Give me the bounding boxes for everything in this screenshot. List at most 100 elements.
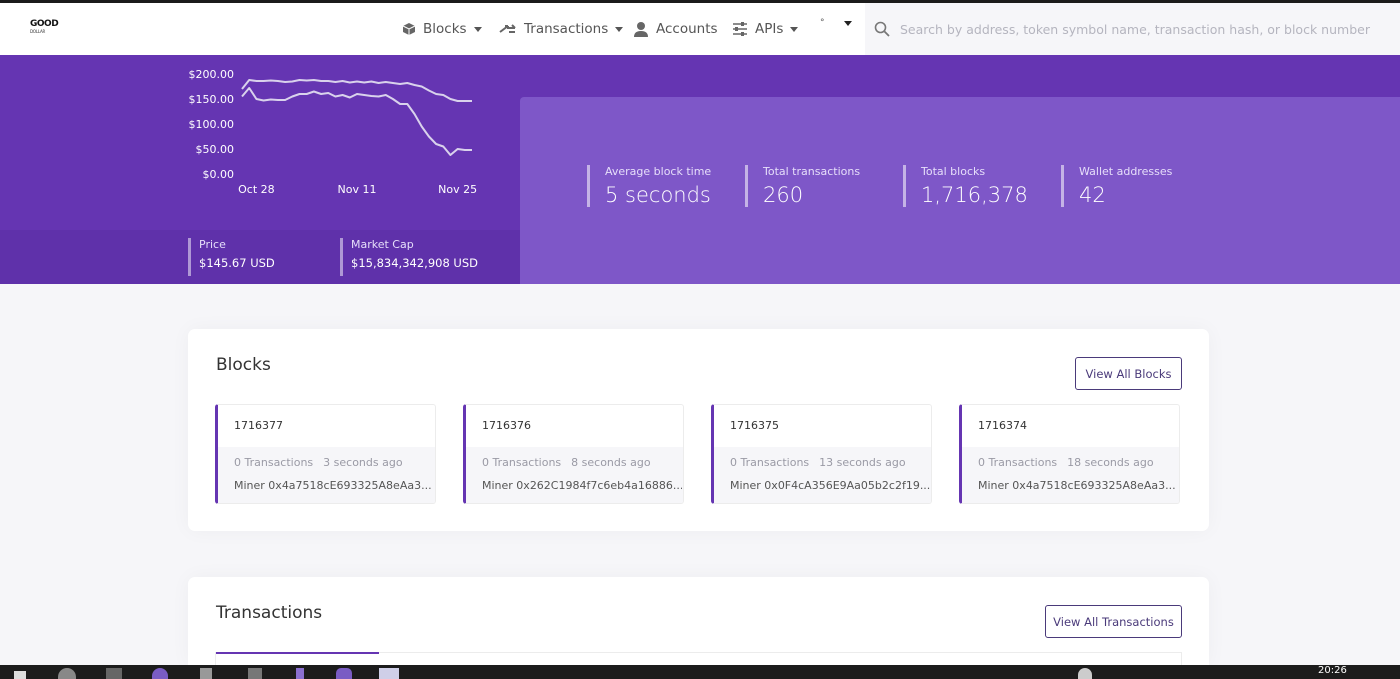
sliders-icon: [733, 22, 747, 36]
block-number[interactable]: 1716375: [730, 419, 779, 432]
app-icon[interactable]: [296, 668, 304, 679]
block-miner[interactable]: Miner 0x4a7518cE693325A8eAa3...: [978, 479, 1178, 492]
os-taskbar: 20:26: [0, 665, 1400, 679]
block-meta: 0 Transactions 13 seconds ago: [730, 456, 906, 469]
nav-apis-label: APIs: [755, 21, 784, 37]
y-tick-label: $100.00: [189, 118, 235, 131]
block-footer: 0 Transactions 8 seconds ago Miner 0x262C…: [466, 447, 683, 503]
task-view-icon[interactable]: [106, 668, 122, 679]
price-label: Price: [199, 238, 226, 251]
blocks-title: Blocks: [216, 355, 271, 375]
nav-blocks[interactable]: Blocks: [402, 19, 482, 39]
logo-subtext: DOLLAR: [30, 29, 46, 34]
stat-value: 5 seconds: [605, 183, 711, 207]
block-age: 3 seconds ago: [323, 456, 403, 469]
view-all-blocks-button[interactable]: View All Blocks: [1075, 357, 1182, 390]
stat-label: Total blocks: [921, 165, 986, 178]
windows-start-icon[interactable]: [14, 671, 26, 679]
stat-total-blocks: Total blocks 1,716,378: [903, 165, 1028, 207]
nav-accounts-label: Accounts: [656, 21, 718, 37]
search-input[interactable]: [900, 21, 1380, 37]
chart-series-line-0: [241, 79, 472, 102]
block-miner[interactable]: Miner 0x4a7518cE693325A8eAa3...: [234, 479, 434, 492]
stat-value: 1,716,378: [921, 183, 1028, 207]
chevron-down-icon: [843, 20, 852, 26]
cube-icon: [402, 23, 416, 35]
y-tick-label: $200.00: [189, 68, 235, 81]
x-tick-label: Nov 11: [338, 183, 377, 196]
logo[interactable]: GOOD DOLLAR: [30, 19, 59, 38]
app-icon[interactable]: [200, 668, 212, 679]
block-meta: 0 Transactions 3 seconds ago: [234, 456, 403, 469]
blocks-card: Blocks View All Blocks 1716377 0 Transac…: [188, 329, 1209, 531]
block-tx-count: 0 Transactions: [730, 456, 810, 469]
transactions-title: Transactions: [216, 603, 323, 623]
chevron-down-icon: [615, 26, 624, 32]
block-miner[interactable]: Miner 0x0F4cA356E9Aa05b2c2f19...: [730, 479, 930, 492]
block-footer: 0 Transactions 13 seconds ago Miner 0x0F4…: [714, 447, 931, 503]
stat-value: 260: [763, 183, 804, 207]
x-tick-label: Oct 28: [238, 183, 275, 196]
block-meta: 0 Transactions 8 seconds ago: [482, 456, 651, 469]
chart-series-line-1: [241, 87, 472, 156]
block-tx-count: 0 Transactions: [234, 456, 314, 469]
y-tick-label: $50.00: [196, 143, 235, 156]
transaction-tile-accent: [216, 652, 379, 654]
block-number[interactable]: 1716377: [234, 419, 283, 432]
block-miner[interactable]: Miner 0x262C1984f7c6eb4a16886...: [482, 479, 682, 492]
price-panel: $200.00 $150.00 $100.00 $50.00 $0.00 Oct 28 N…: [0, 55, 520, 284]
dashboard-banner: $200.00 $150.00 $100.00 $50.00 $0.00 Oct 28 N…: [0, 55, 1400, 284]
stat-label: Average block time: [605, 165, 712, 178]
block-footer: 0 Transactions 3 seconds ago Miner 0x4a75…: [218, 447, 435, 503]
block-age: 8 seconds ago: [571, 456, 651, 469]
market-cap-stat: Market Cap $15,834,342,908 USD: [340, 238, 478, 276]
network-selector[interactable]: °: [820, 13, 852, 33]
nav-apis[interactable]: APIs: [732, 19, 799, 39]
block-tile[interactable]: 1716374 0 Transactions 18 seconds ago Min…: [959, 404, 1180, 504]
transactions-card: Transactions View All Transactions: [188, 577, 1209, 665]
stat-wallet-addresses: Wallet addresses 42: [1061, 165, 1172, 207]
app-icon[interactable]: [336, 668, 352, 679]
app-icon[interactable]: [248, 668, 262, 679]
tray-icon[interactable]: [1078, 668, 1092, 679]
chevron-down-icon: [473, 26, 482, 32]
nav-accounts[interactable]: Accounts: [633, 19, 718, 39]
block-tile[interactable]: 1716376 0 Transactions 8 seconds ago Mine…: [463, 404, 684, 504]
user-icon: [634, 22, 648, 37]
stats-panel: Average block time 5 seconds Total trans…: [520, 97, 1400, 284]
chevron-down-icon: [790, 26, 799, 32]
nav-transactions-label: Transactions: [524, 21, 609, 37]
block-tx-count: 0 Transactions: [482, 456, 562, 469]
x-tick-label: Nov 25: [438, 183, 477, 196]
block-number[interactable]: 1716374: [978, 419, 1027, 432]
taskbar-clock[interactable]: 20:26: [1318, 665, 1347, 676]
app-icon[interactable]: [152, 668, 168, 679]
block-age: 18 seconds ago: [1067, 456, 1154, 469]
network-dot: °: [820, 18, 825, 28]
search-bar: [865, 3, 1400, 55]
nav-blocks-label: Blocks: [423, 21, 467, 37]
block-number[interactable]: 1716376: [482, 419, 531, 432]
y-tick-label: $0.00: [203, 168, 235, 181]
price-chart: $200.00 $150.00 $100.00 $50.00 $0.00 Oct 28 N…: [189, 68, 478, 196]
stat-value: 42: [1079, 183, 1106, 207]
nav-transactions[interactable]: Transactions: [499, 19, 624, 39]
market-cap-label: Market Cap: [351, 238, 414, 251]
y-tick-label: $150.00: [189, 93, 235, 106]
price-value: $145.67 USD: [199, 256, 275, 270]
block-age: 13 seconds ago: [819, 456, 906, 469]
stat-label: Wallet addresses: [1079, 165, 1173, 178]
logo-text: GOOD: [30, 19, 59, 29]
transaction-tile[interactable]: [215, 652, 1182, 665]
app-icon[interactable]: [379, 668, 399, 679]
stat-label: Total transactions: [763, 165, 861, 178]
block-tx-count: 0 Transactions: [978, 456, 1058, 469]
view-all-transactions-button[interactable]: View All Transactions: [1045, 605, 1182, 638]
transfer-icon: [499, 24, 516, 33]
price-stat: Price $145.67 USD: [188, 238, 275, 276]
search-icon: [874, 21, 890, 37]
block-tile[interactable]: 1716377 0 Transactions 3 seconds ago Mine…: [215, 404, 436, 504]
block-tile[interactable]: 1716375 0 Transactions 13 seconds ago Min…: [711, 404, 932, 504]
search-taskbar-icon[interactable]: [58, 668, 76, 679]
market-cap-value: $15,834,342,908 USD: [351, 256, 478, 270]
